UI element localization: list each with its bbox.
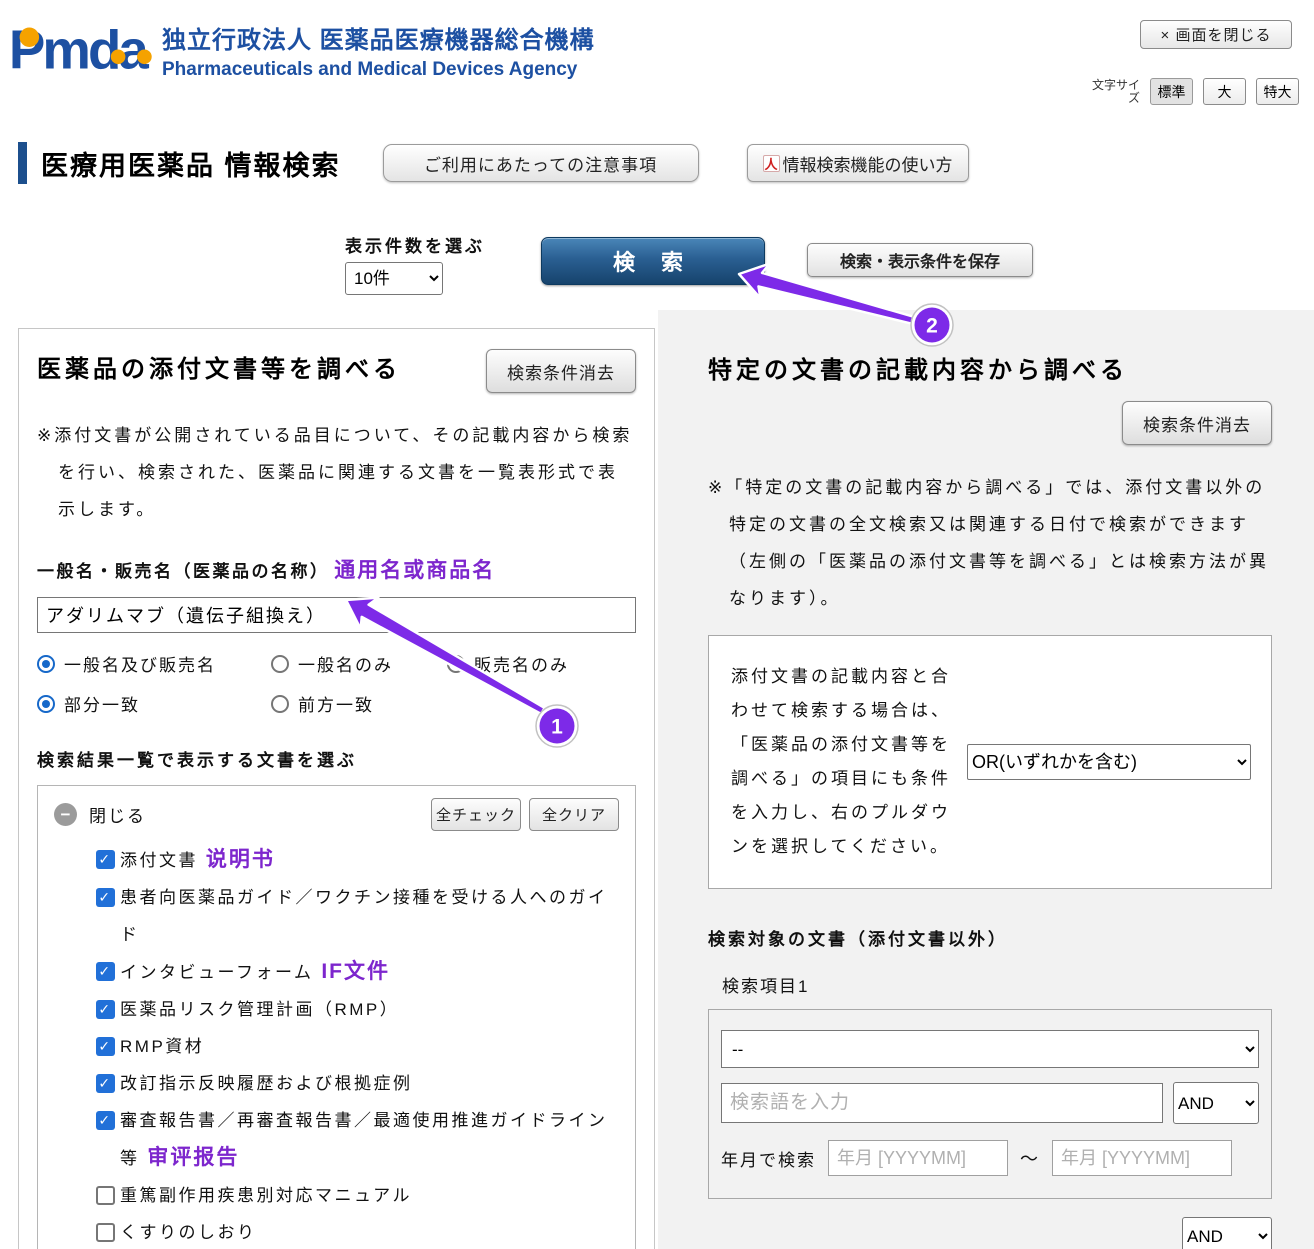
collapse-label[interactable]: 閉じる <box>89 802 146 827</box>
radio-option[interactable]: 販売名のみ <box>447 651 636 676</box>
date-search-label: 年月で検索 <box>721 1150 816 1170</box>
document-label: くすりのしおり <box>120 1223 257 1242</box>
search-howto-button[interactable]: 人 情報検索機能の使い方 <box>746 144 969 182</box>
clear-all-button[interactable]: 全クリア <box>529 798 619 831</box>
checkbox-icon[interactable]: ✓ <box>96 1111 115 1130</box>
radio-option[interactable]: 部分一致 <box>37 691 271 716</box>
document-label: インタビューフォーム <box>120 963 314 982</box>
search-term-input[interactable] <box>721 1083 1163 1123</box>
checkbox-icon[interactable] <box>96 1223 115 1242</box>
document-checkbox-item[interactable]: 重篤副作用疾患別対応マニュアル <box>54 1177 619 1214</box>
outer-and-select[interactable]: AND <box>1182 1217 1272 1249</box>
left-clear-conditions-button[interactable]: 検索条件消去 <box>486 349 636 393</box>
or-condition-select[interactable]: OR(いずれかを含む) <box>967 744 1251 780</box>
radio-label: 前方一致 <box>298 696 374 715</box>
document-label: RMP資材 <box>120 1037 205 1056</box>
check-all-button[interactable]: 全チェック <box>431 798 521 831</box>
specific-document-search-panel: 特定の文書の記載内容から調べる 検索条件消去 ※「特定の文書の記載内容から調べる… <box>658 310 1314 1249</box>
font-size-xlarge-button[interactable]: 特大 <box>1256 78 1299 105</box>
combine-search-box: 添付文書の記載内容と合わせて検索する場合は、「医薬品の添付文書等を調べる」の項目… <box>708 635 1272 889</box>
right-panel-note: ※「特定の文書の記載内容から調べる」では、添付文書以外の特定の文書の全文検索又は… <box>708 478 1269 608</box>
font-size-large-button[interactable]: 大 <box>1203 78 1246 105</box>
document-select-label: 検索結果一覧で表示する文書を選ぶ <box>37 751 357 770</box>
right-panel-title: 特定の文書の記載内容から調べる <box>708 357 1128 384</box>
document-type-select[interactable]: -- <box>721 1030 1259 1068</box>
document-checkbox-item[interactable]: ✓ RMP資材 <box>54 1028 619 1065</box>
left-panel-note: ※添付文書が公開されている品目について、その記載内容から検索を行い、検索された、… <box>37 426 633 519</box>
search-button[interactable]: 検 索 <box>541 237 765 285</box>
checkbox-icon[interactable]: ✓ <box>96 962 115 981</box>
radio-icon[interactable] <box>37 654 55 673</box>
agency-name-jp: 独立行政法人 医薬品医療機器総合機構 <box>162 27 595 54</box>
pdf-icon: 人 <box>762 154 780 172</box>
chinese-annotation: 审评报告 <box>139 1146 240 1169</box>
radio-icon[interactable] <box>271 694 289 713</box>
collapse-minus-icon[interactable]: − <box>54 803 77 826</box>
usage-notice-button[interactable]: ご利用にあたっての注意事項 <box>382 144 699 182</box>
pmda-logo: Pmda 独立行政法人 医薬品医療機器総合機構 Pharmaceuticals … <box>8 8 595 86</box>
chinese-annotation: IF文件 <box>313 960 390 983</box>
term-and-select[interactable]: AND <box>1173 1082 1259 1124</box>
save-conditions-button[interactable]: 検索・表示条件を保存 <box>807 243 1033 277</box>
radio-icon[interactable] <box>37 694 55 713</box>
search-item-box: -- AND 年月で検索 ～ <box>708 1009 1272 1199</box>
document-label: 患者向医薬品ガイド／ワクチン接種を受ける人へのガイド <box>120 888 608 944</box>
checkbox-icon[interactable]: ✓ <box>96 1037 115 1056</box>
result-count-label: 表示件数を選ぶ <box>345 237 485 256</box>
checkbox-icon[interactable]: ✓ <box>96 1074 115 1093</box>
document-label: 改訂指示反映履歴および根拠症例 <box>120 1074 413 1093</box>
font-size-standard-button[interactable]: 標準 <box>1150 78 1193 105</box>
date-to-input[interactable] <box>1052 1140 1232 1176</box>
document-checkbox-item[interactable]: ✓ 患者向医薬品ガイド／ワクチン接種を受ける人へのガイド <box>54 879 619 953</box>
combine-search-text: 添付文書の記載内容と合わせて検索する場合は、「医薬品の添付文書等を調べる」の項目… <box>731 667 951 856</box>
close-screen-button[interactable]: × 画面を閉じる <box>1140 20 1292 49</box>
title-accent-bar <box>18 142 27 184</box>
document-checkbox-item[interactable]: ✓ 医薬品リスク管理計画（RMP） <box>54 991 619 1028</box>
document-checkbox-list: ✓ 添付文書 说明书 ✓ 患者向医薬品ガイド／ワクチン接種を受ける人へのガイド ✓ インタ… <box>54 841 619 1249</box>
font-size-label: 文字サイズ <box>1091 77 1140 105</box>
radio-icon[interactable] <box>271 654 289 673</box>
agency-name-en: Pharmaceuticals and Medical Devices Agen… <box>162 59 578 80</box>
drug-name-label: 一般名・販売名（医薬品の名称） <box>37 562 330 581</box>
right-clear-conditions-button[interactable]: 検索条件消去 <box>1122 401 1272 445</box>
radio-label: 部分一致 <box>64 696 140 715</box>
font-size-control: 文字サイズ 標準 大 特大 <box>1088 78 1299 105</box>
radio-option[interactable]: 前方一致 <box>271 691 447 716</box>
target-documents-label: 検索対象の文書（添付文書以外） <box>708 930 1008 949</box>
chinese-annotation: 说明书 <box>198 848 275 871</box>
radio-label: 一般名のみ <box>298 656 393 675</box>
document-checkbox-item[interactable]: くすりのしおり <box>54 1214 619 1249</box>
radio-label: 販売名のみ <box>474 656 569 675</box>
drug-name-input[interactable] <box>37 597 636 633</box>
left-panel-title: 医薬品の添付文書等を調べる <box>37 356 401 383</box>
document-label: 重篤副作用疾患別対応マニュアル <box>120 1186 412 1205</box>
page-title: 医療用医薬品 情報検索 <box>41 150 341 181</box>
document-checkbox-item[interactable]: ✓ インタビューフォーム IF文件 <box>54 953 619 991</box>
document-checkbox-box: − 閉じる 全チェック 全クリア ✓ 添付文書 说明书 ✓ 患者向医薬品ガイド／ワクチ… <box>37 785 636 1249</box>
name-search-options: 一般名及び販売名 一般名のみ 販売名のみ 部分一致 前方一致 <box>37 651 636 716</box>
attachment-search-panel: 医薬品の添付文書等を調べる 検索条件消去 ※添付文書が公開されている品目について… <box>18 328 655 1249</box>
radio-option[interactable]: 一般名のみ <box>271 651 447 676</box>
search-item-label: 検索項目1 <box>722 977 810 996</box>
radio-label: 一般名及び販売名 <box>64 656 216 675</box>
chinese-annotation-generic-name: 通用名或商品名 <box>334 559 496 582</box>
document-checkbox-item[interactable]: ✓ 添付文書 说明书 <box>54 841 619 879</box>
checkbox-icon[interactable]: ✓ <box>96 1000 115 1019</box>
date-from-input[interactable] <box>828 1140 1008 1176</box>
checkbox-icon[interactable]: ✓ <box>96 850 115 869</box>
result-count-select[interactable]: 10件 <box>345 262 443 295</box>
date-range-separator: ～ <box>1020 1149 1040 1169</box>
pmda-logo-icon: Pmda <box>9 19 152 80</box>
radio-option[interactable]: 一般名及び販売名 <box>37 651 271 676</box>
document-label: 医薬品リスク管理計画（RMP） <box>120 1000 400 1019</box>
radio-icon[interactable] <box>447 654 465 673</box>
search-howto-label: 情報検索機能の使い方 <box>782 155 953 175</box>
document-checkbox-item[interactable]: ✓ 改訂指示反映履歴および根拠症例 <box>54 1065 619 1102</box>
checkbox-icon[interactable]: ✓ <box>96 888 115 907</box>
document-label: 添付文書 <box>120 851 198 870</box>
document-checkbox-item[interactable]: ✓ 審査報告書／再審査報告書／最適使用推進ガイドライン等 审评报告 <box>54 1102 619 1177</box>
checkbox-icon[interactable] <box>96 1186 115 1205</box>
